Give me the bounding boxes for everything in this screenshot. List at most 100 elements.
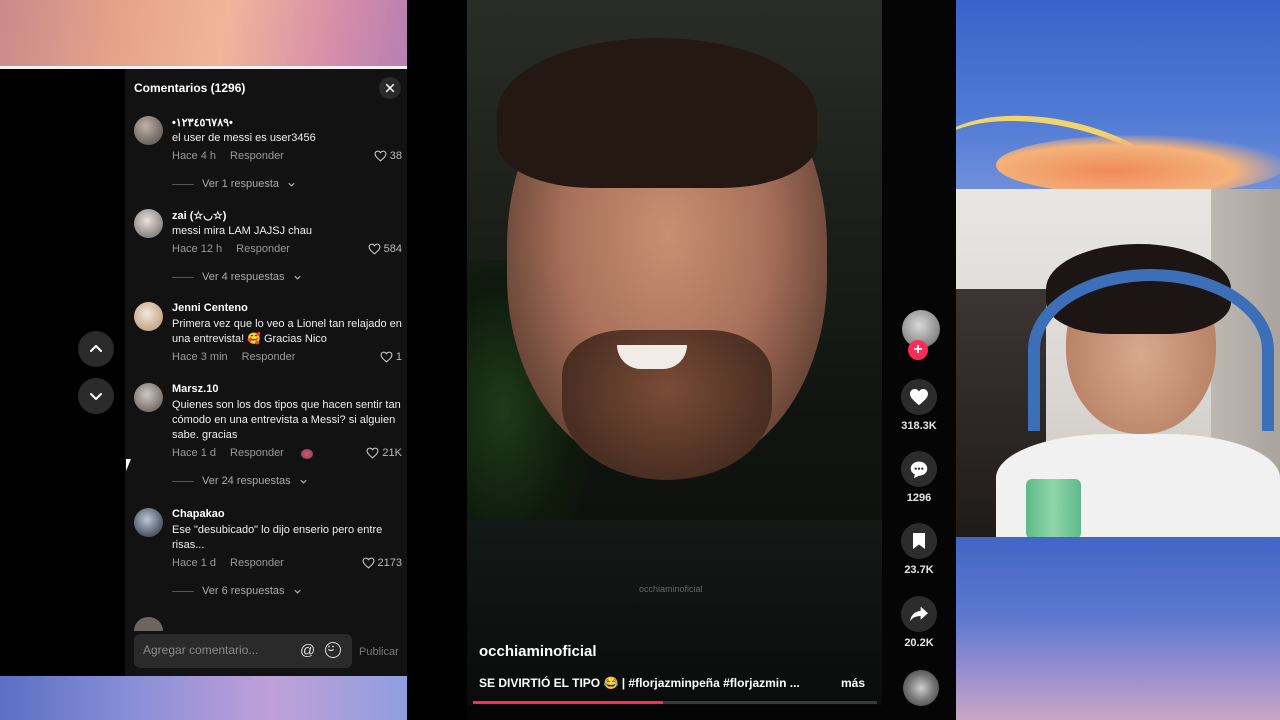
mouse-cursor-icon	[126, 459, 131, 471]
heart-outline-icon	[368, 243, 381, 255]
comment-time: Hace 1 d	[172, 447, 217, 459]
comment-author[interactable]: Jenni Centeno	[172, 302, 248, 314]
comment-time: Hace 4 h	[172, 150, 217, 162]
like-count: 1	[395, 351, 402, 363]
heart-outline-icon	[362, 557, 374, 569]
comment-item: zai (☆◡☆) messi mira LAM JAJSJ chau Hace…	[134, 209, 402, 289]
comment-input[interactable]	[141, 642, 295, 658]
comment-meta: Hace 1 d Responder	[172, 447, 284, 459]
like-comment-button[interactable]: 584	[368, 243, 402, 255]
avatar[interactable]	[134, 508, 163, 537]
reply-button[interactable]: Responder	[230, 447, 284, 459]
publish-button[interactable]: Publicar	[359, 646, 399, 658]
comment-count: 1296	[906, 492, 932, 504]
wallpaper-bottom	[0, 676, 407, 720]
reply-button[interactable]: Responder	[236, 243, 290, 255]
smile-icon	[328, 646, 335, 652]
person-hair	[497, 38, 817, 188]
like-comment-button[interactable]: 1	[380, 351, 402, 363]
divider	[172, 276, 194, 278]
chevron-down-icon	[90, 393, 102, 400]
divider	[172, 480, 194, 482]
close-icon	[385, 83, 395, 93]
save-button[interactable]	[901, 523, 937, 559]
wallpaper-cloud	[996, 135, 1280, 189]
caption-more-button[interactable]: más	[841, 676, 865, 690]
wallpaper-sky-top	[956, 0, 1280, 189]
left-margin	[0, 69, 125, 676]
next-video-button[interactable]	[78, 378, 114, 414]
comments-button[interactable]	[901, 451, 937, 487]
close-comments-button[interactable]	[379, 77, 401, 99]
heart-outline-icon	[366, 447, 379, 459]
follow-button[interactable]: +	[908, 340, 928, 360]
comment-action: 1296	[897, 451, 941, 504]
video-author[interactable]: occhiaminoficial	[479, 643, 597, 660]
share-button[interactable]	[901, 596, 937, 632]
chevron-down-icon	[293, 589, 301, 594]
previous-video-button[interactable]	[78, 331, 114, 367]
comment-author[interactable]: zai (☆◡☆)	[172, 209, 226, 222]
comment-item: •١٢٣٤٥٦٧٨٩• el user de messi es user3456…	[134, 116, 402, 196]
view-replies-button[interactable]: Ver 1 respuesta	[172, 178, 296, 190]
video-caption: SE DIVIRTIÓ EL TIPO 😂 | #florjazminpeña …	[479, 676, 800, 690]
creator-liked-badge	[301, 449, 313, 459]
gutter	[407, 0, 467, 720]
comment-meta: Hace 3 min Responder	[172, 351, 295, 363]
video-frame: occhiaminoficial	[467, 0, 882, 705]
comment-item: Marsz.10 Quienes son los dos tipos que h…	[134, 383, 402, 493]
like-action: 318.3K	[897, 379, 941, 432]
heart-icon	[910, 388, 928, 406]
heart-outline-icon	[374, 150, 387, 162]
avatar[interactable]	[134, 302, 163, 331]
reply-button[interactable]: Responder	[242, 351, 296, 363]
comments-title: Comentarios (1296)	[134, 81, 246, 95]
like-count: 38	[389, 150, 402, 162]
like-count: 318.3K	[901, 420, 937, 432]
share-count: 20.2K	[904, 637, 934, 649]
view-replies-button[interactable]: Ver 6 respuestas	[172, 585, 302, 597]
save-action: 23.7K	[897, 523, 941, 576]
comments-panel: Comentarios (1296) •١٢٣٤٥٦٧٨٩• el user d…	[125, 69, 407, 676]
comment-text: el user de messi es user3456	[172, 132, 316, 144]
video-progress-fill	[473, 701, 663, 704]
reply-button[interactable]: Responder	[230, 557, 284, 569]
comment-text: Ese "desubicado" lo dijo enserio pero en…	[172, 524, 383, 551]
comment-item: Jenni Centeno Primera vez que lo veo a L…	[134, 302, 402, 363]
wallpaper-sky-bottom	[956, 537, 1280, 720]
reply-button[interactable]: Responder	[230, 150, 284, 162]
like-comment-button[interactable]: 2173	[362, 557, 402, 569]
like-comment-button[interactable]: 38	[374, 150, 402, 162]
view-replies-button[interactable]: Ver 4 respuestas	[172, 271, 302, 283]
video-player[interactable]: occhiaminoficial occhiaminoficial SE DIV…	[467, 0, 956, 720]
view-replies-label: Ver 4 respuestas	[202, 271, 285, 283]
comment-item: Chapakao Ese "desubicado" lo dijo enseri…	[134, 508, 402, 598]
bookmark-icon	[913, 533, 925, 549]
view-replies-label: Ver 1 respuesta	[202, 178, 280, 190]
avatar[interactable]	[134, 116, 163, 145]
webcam-overlay	[956, 189, 1280, 537]
comment-meta: Hace 4 h Responder	[172, 150, 284, 162]
share-action: 20.2K	[897, 596, 941, 649]
mention-icon[interactable]: @	[300, 642, 315, 659]
avatar[interactable]	[134, 383, 163, 412]
heart-outline-icon	[380, 351, 393, 363]
emoji-icon[interactable]	[325, 642, 341, 658]
like-video-button[interactable]	[901, 379, 937, 415]
comment-text: messi mira LAM JAJSJ chau	[172, 225, 312, 237]
video-progress-bar[interactable]	[473, 701, 877, 704]
comment-author[interactable]: Marsz.10	[172, 383, 218, 395]
chevron-down-icon	[293, 275, 301, 280]
comment-author[interactable]: Chapakao	[172, 508, 225, 520]
avatar[interactable]	[134, 209, 163, 238]
comment-bubble-icon	[910, 461, 928, 478]
share-arrow-icon	[910, 606, 928, 622]
music-disc-icon[interactable]	[903, 670, 939, 706]
view-replies-button[interactable]: Ver 24 respuestas	[172, 475, 308, 487]
like-comment-button[interactable]: 21K	[366, 447, 402, 459]
comment-meta: Hace 12 h Responder	[172, 243, 290, 255]
save-count: 23.7K	[904, 564, 934, 576]
comment-text: Quienes son los dos tipos que hacen sent…	[172, 399, 401, 441]
comment-author[interactable]: •١٢٣٤٥٦٧٨٩•	[172, 116, 233, 129]
comment-time: Hace 12 h	[172, 243, 223, 255]
